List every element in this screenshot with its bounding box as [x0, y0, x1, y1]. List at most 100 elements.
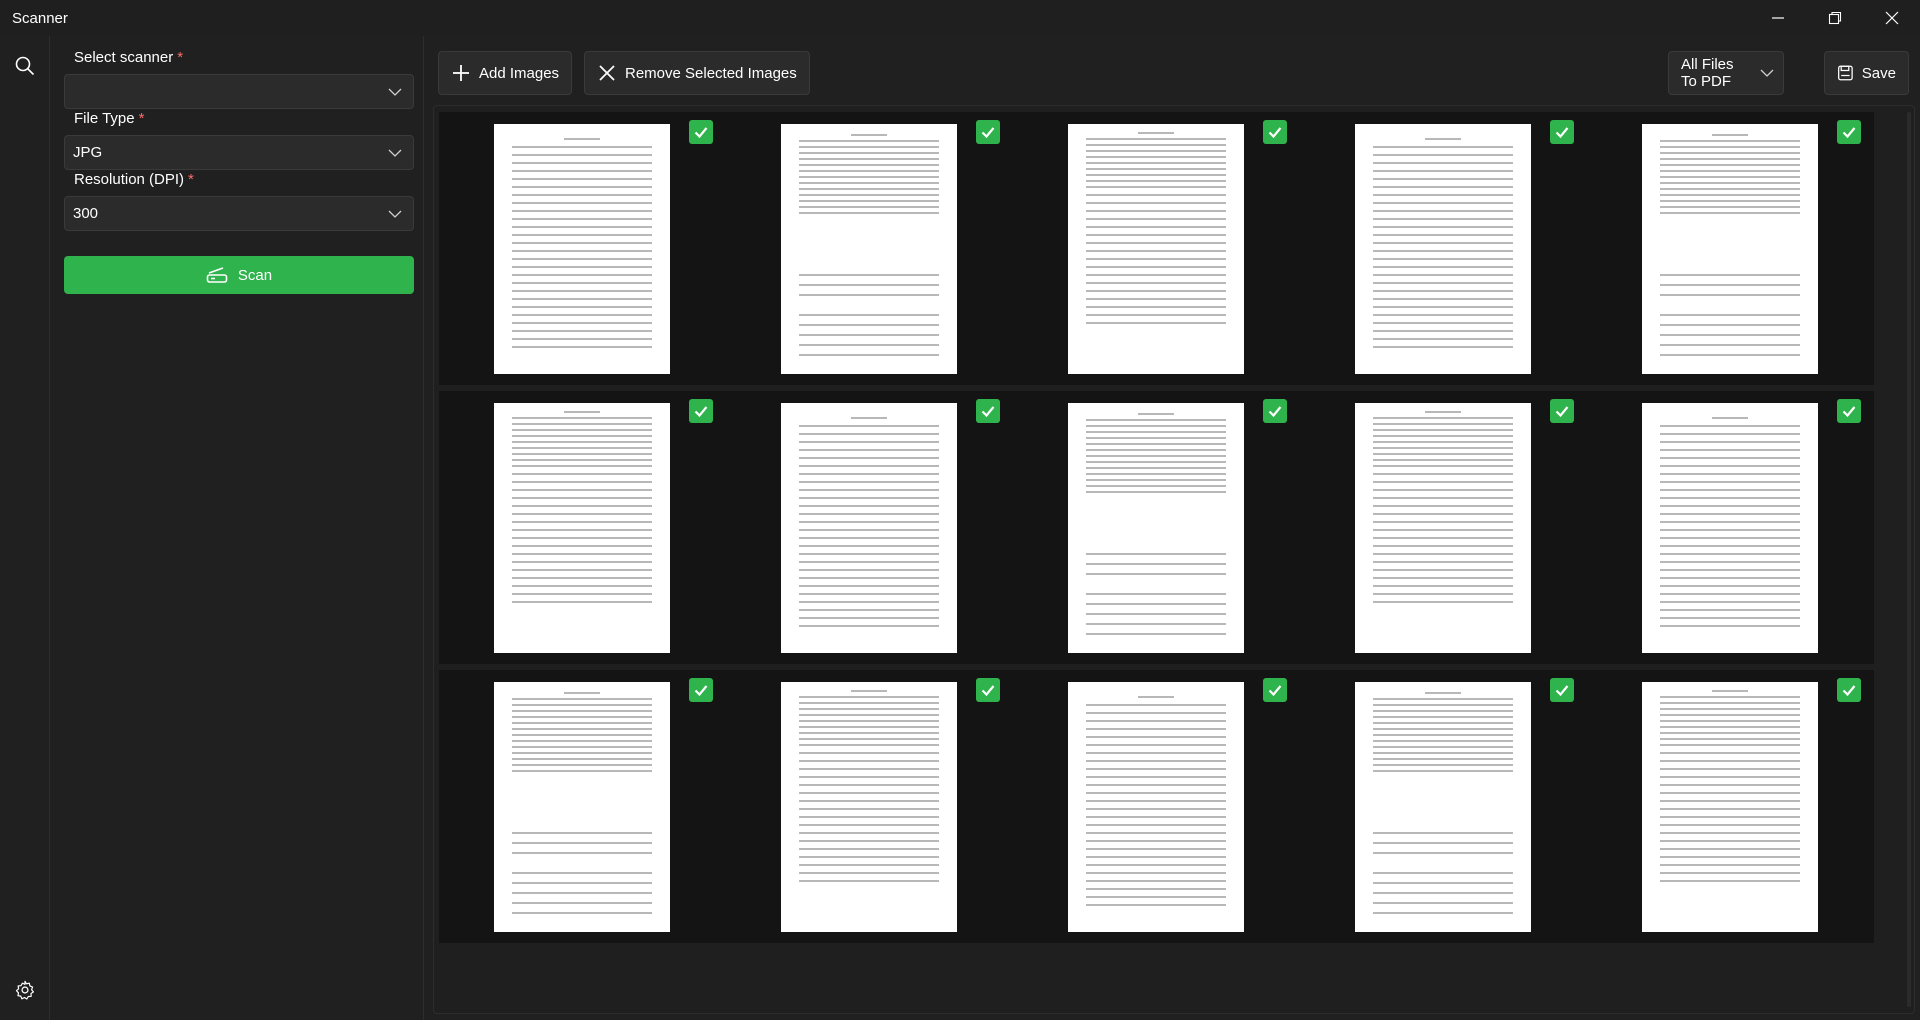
select-checkbox[interactable]: [1837, 678, 1861, 702]
document-page-thumbnail[interactable]: [1355, 403, 1531, 653]
select-checkbox[interactable]: [1263, 399, 1287, 423]
scanner-dropdown[interactable]: [64, 74, 414, 109]
image-thumbnail-cell[interactable]: [439, 391, 726, 664]
image-thumbnail-cell[interactable]: [726, 391, 1013, 664]
file-type-label-text: File Type: [74, 110, 135, 127]
image-thumbnail-cell[interactable]: [1013, 391, 1300, 664]
image-thumbnail-cell[interactable]: [1300, 391, 1587, 664]
search-button[interactable]: [9, 50, 41, 82]
text-line: [799, 457, 939, 459]
convert-mode-dropdown[interactable]: All Files To PDF: [1668, 51, 1784, 95]
checkmark-icon: [1555, 685, 1569, 697]
select-checkbox[interactable]: [1263, 678, 1287, 702]
text-line: [1086, 298, 1226, 300]
text-line: [1660, 601, 1800, 603]
text-line: [512, 290, 652, 292]
text-line: [1660, 465, 1800, 467]
select-checkbox[interactable]: [976, 120, 1000, 144]
image-thumbnail-cell[interactable]: [1300, 670, 1587, 943]
text-line: [1086, 174, 1226, 176]
select-checkbox[interactable]: [976, 399, 1000, 423]
text-line: [1373, 740, 1513, 742]
image-thumbnail-cell[interactable]: [1587, 391, 1874, 664]
text-line: [1660, 164, 1800, 166]
image-thumbnail-cell[interactable]: [1013, 670, 1300, 943]
text-line: [1660, 194, 1800, 196]
select-checkbox[interactable]: [689, 678, 713, 702]
image-thumbnail-cell[interactable]: [726, 670, 1013, 943]
text-line: [1660, 726, 1800, 728]
text-line: [512, 716, 652, 718]
checkmark-icon: [981, 406, 995, 418]
save-button[interactable]: Save: [1824, 51, 1909, 95]
document-page-thumbnail[interactable]: [1068, 403, 1244, 653]
text-line: [512, 154, 652, 156]
select-checkbox[interactable]: [1550, 120, 1574, 144]
remove-selected-images-button[interactable]: Remove Selected Images: [584, 51, 810, 95]
image-thumbnail-cell[interactable]: [1587, 112, 1874, 385]
text-line: [512, 306, 652, 308]
select-checkbox[interactable]: [1837, 120, 1861, 144]
minimize-button[interactable]: [1749, 0, 1806, 36]
select-checkbox[interactable]: [1837, 399, 1861, 423]
settings-button[interactable]: [9, 974, 41, 1006]
select-checkbox[interactable]: [976, 678, 1000, 702]
document-page-thumbnail[interactable]: [494, 403, 670, 653]
text-line: [1660, 513, 1800, 515]
image-grid: [433, 105, 1915, 1014]
text-line: [512, 447, 652, 449]
document-page-thumbnail[interactable]: [494, 124, 670, 374]
text-line: [1138, 696, 1174, 698]
text-line: [799, 194, 939, 196]
document-page-thumbnail[interactable]: [1642, 682, 1818, 932]
image-thumbnail-cell[interactable]: [1300, 112, 1587, 385]
select-checkbox[interactable]: [689, 120, 713, 144]
text-line: [799, 294, 939, 296]
text-line: [1373, 912, 1513, 914]
text-line: [512, 162, 652, 164]
text-line: [512, 218, 652, 220]
document-page-thumbnail[interactable]: [1642, 403, 1818, 653]
close-button[interactable]: [1863, 0, 1920, 36]
document-page-thumbnail[interactable]: [781, 124, 957, 374]
text-line: [799, 784, 939, 786]
resolution-dropdown[interactable]: 300: [64, 196, 414, 231]
text-line: [1660, 505, 1800, 507]
grid-scrollbar[interactable]: [1907, 112, 1911, 1007]
select-checkbox[interactable]: [1550, 678, 1574, 702]
scan-button[interactable]: Scan: [64, 256, 414, 294]
restore-button[interactable]: [1806, 0, 1863, 36]
file-type-dropdown[interactable]: JPG: [64, 135, 414, 170]
text-line: [512, 852, 652, 854]
text-line: [799, 585, 939, 587]
document-page-thumbnail[interactable]: [1068, 124, 1244, 374]
image-thumbnail-cell[interactable]: [726, 112, 1013, 385]
text-line: [799, 808, 939, 810]
text-line: [1373, 872, 1513, 874]
select-checkbox[interactable]: [1550, 399, 1574, 423]
select-checkbox[interactable]: [689, 399, 713, 423]
text-line: [1373, 505, 1513, 507]
text-line: [512, 902, 652, 904]
image-thumbnail-cell[interactable]: [439, 112, 726, 385]
document-page-thumbnail[interactable]: [1642, 124, 1818, 374]
required-marker: *: [188, 171, 194, 188]
text-line: [851, 134, 887, 136]
text-line: [1660, 760, 1800, 762]
image-thumbnail-cell[interactable]: [1587, 670, 1874, 943]
document-page-thumbnail[interactable]: [781, 682, 957, 932]
image-thumbnail-cell[interactable]: [439, 670, 726, 943]
image-grid-row: [439, 112, 1876, 385]
document-page-thumbnail[interactable]: [1068, 682, 1244, 932]
text-line: [512, 465, 652, 467]
text-line: [799, 824, 939, 826]
text-line: [1660, 732, 1800, 734]
document-page-thumbnail[interactable]: [1355, 124, 1531, 374]
image-thumbnail-cell[interactable]: [1013, 112, 1300, 385]
text-line: [1086, 437, 1226, 439]
document-page-thumbnail[interactable]: [781, 403, 957, 653]
document-page-thumbnail[interactable]: [494, 682, 670, 932]
add-images-button[interactable]: Add Images: [438, 51, 573, 95]
document-page-thumbnail[interactable]: [1355, 682, 1531, 932]
select-checkbox[interactable]: [1263, 120, 1287, 144]
